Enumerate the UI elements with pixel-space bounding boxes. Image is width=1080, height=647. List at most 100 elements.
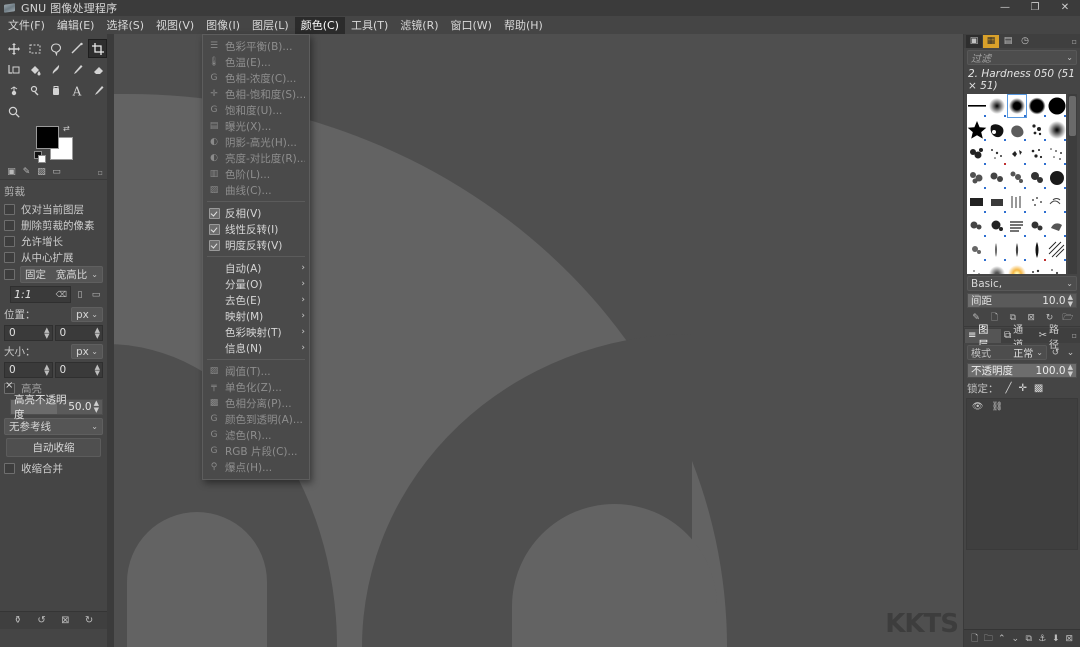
menu-auto[interactable]: 自动(A) › xyxy=(203,260,309,276)
option-expand-from-center[interactable]: 从中心扩展 xyxy=(0,249,107,265)
minimize-button[interactable]: — xyxy=(990,0,1020,16)
menu-saturation[interactable]: G 饱和度(U)... xyxy=(203,102,309,118)
menu-tools[interactable]: 工具(T) xyxy=(345,17,394,34)
brush-filter-input[interactable]: 过滤 ⌄ xyxy=(967,50,1077,65)
gradients-tab[interactable]: ▤ xyxy=(1000,35,1016,48)
brush-item-selected[interactable] xyxy=(1007,94,1027,118)
menu-curves[interactable]: ▨ 曲线(C)... xyxy=(203,182,309,198)
menu-info[interactable]: 信息(N) › xyxy=(203,340,309,356)
menu-rgb-clip[interactable]: G RGB 片段(C)... xyxy=(203,443,309,459)
brush-item[interactable] xyxy=(1027,262,1047,274)
new-group-icon[interactable]: 🗀 xyxy=(982,632,994,646)
menu-exposure[interactable]: ▤ 曝光(X)... xyxy=(203,118,309,134)
brush-item[interactable] xyxy=(967,262,987,274)
menu-image[interactable]: 图像(I) xyxy=(200,17,246,34)
position-unit-combo[interactable]: px ⌄ xyxy=(71,307,103,322)
menu-linear-invert[interactable]: 线性反转(I) xyxy=(203,221,309,237)
spinner-arrows[interactable]: ▲ ▼ xyxy=(44,327,49,340)
free-select-tool[interactable] xyxy=(46,39,65,58)
brush-item[interactable] xyxy=(967,214,987,238)
menu-levels[interactable]: ▥ 色阶(L)... xyxy=(203,166,309,182)
brush-item[interactable] xyxy=(1047,142,1066,166)
foreground-color-swatch[interactable] xyxy=(36,126,59,149)
menu-color-balance[interactable]: ☰ 色彩平衡(B)... xyxy=(203,38,309,54)
spinner-arrows[interactable]: ▲ ▼ xyxy=(1068,363,1073,378)
dock-menu-icon[interactable]: ▫ xyxy=(1072,331,1077,340)
lower-layer-icon[interactable]: ⌄ xyxy=(1009,632,1021,646)
menu-invert[interactable]: 反相(V) xyxy=(203,205,309,221)
chain-icon[interactable]: ⛓ xyxy=(991,402,1002,412)
anchor-layer-icon[interactable]: ⚓ xyxy=(1036,632,1048,646)
size-width-input[interactable]: 0 ▲ ▼ xyxy=(4,362,53,378)
brush-item[interactable] xyxy=(967,94,987,118)
brush-item[interactable] xyxy=(1007,142,1027,166)
spinner-arrows[interactable]: ▲ ▼ xyxy=(95,364,100,377)
brush-item[interactable] xyxy=(967,238,987,262)
chevron-down-icon[interactable]: ⌄ xyxy=(1066,53,1073,62)
swap-colors-icon[interactable]: ⇄ xyxy=(63,124,72,133)
lock-alpha-icon[interactable]: ▩ xyxy=(1034,383,1043,394)
clear-icon[interactable]: ⌫ xyxy=(56,290,67,299)
spinner-arrows[interactable]: ▲ ▼ xyxy=(95,327,100,340)
transform-tool[interactable] xyxy=(4,60,23,79)
default-colors-icon[interactable] xyxy=(34,151,46,163)
menu-help[interactable]: 帮助(H) xyxy=(498,17,549,34)
menu-colors[interactable]: 颜色(C) xyxy=(294,16,345,34)
option-shrink-merged[interactable]: 收缩合并 xyxy=(0,460,107,476)
checkbox[interactable] xyxy=(4,462,15,474)
menu-map[interactable]: 映射(M) › xyxy=(203,308,309,324)
menu-filters[interactable]: 滤镜(R) xyxy=(394,17,444,34)
portrait-icon[interactable]: ▯ xyxy=(73,287,87,303)
brush-item[interactable] xyxy=(1047,262,1066,274)
scrollbar-thumb[interactable] xyxy=(1069,96,1076,136)
highlight-opacity-slider[interactable]: 高亮不透明度 50.0 ▲ ▼ xyxy=(10,394,103,421)
menu-windows[interactable]: 窗口(W) xyxy=(445,17,498,34)
brush-item[interactable] xyxy=(987,214,1007,238)
brush-item[interactable] xyxy=(1007,238,1027,262)
fixed-checkbox[interactable] xyxy=(4,269,15,280)
menu-monochrome[interactable]: ╤ 单色化(Z)... xyxy=(203,379,309,395)
brush-item[interactable] xyxy=(967,142,987,166)
tab-channels[interactable]: ⧉ 通道 xyxy=(1001,325,1036,351)
chevron-down-icon[interactable]: ⌄ xyxy=(1064,345,1077,360)
brush-item[interactable] xyxy=(1027,94,1047,118)
brush-item[interactable] xyxy=(967,118,987,142)
position-y-input[interactable]: 0 ▲ ▼ xyxy=(54,325,103,341)
menu-file[interactable]: 文件(F) xyxy=(2,17,51,34)
zoom-tool[interactable] xyxy=(4,102,23,121)
dock-menu-icon[interactable]: ▫ xyxy=(1072,37,1077,46)
patterns-tab[interactable]: ▦ xyxy=(983,34,999,48)
brush-icon[interactable]: ✎ xyxy=(19,166,34,178)
raise-layer-icon[interactable]: ⌃ xyxy=(996,632,1008,646)
link-icon[interactable]: ↺ xyxy=(1049,345,1062,360)
brush-item[interactable] xyxy=(987,238,1007,262)
new-layer-icon[interactable]: 🗋 xyxy=(969,632,981,646)
toolbox-menu-icon[interactable]: ▫ xyxy=(98,168,103,177)
layer-opacity-slider[interactable]: 不透明度 100.0 ▲ ▼ xyxy=(967,363,1077,378)
checkbox[interactable] xyxy=(4,203,15,215)
spinner-arrows[interactable]: ▲ ▼ xyxy=(94,400,99,414)
lock-pixels-icon[interactable]: ╱ xyxy=(1006,383,1012,394)
aspect-ratio-input[interactable]: 1:1 ⌫ xyxy=(10,286,71,303)
brush-item[interactable] xyxy=(1007,118,1027,142)
fixed-mode-combo[interactable]: 固定 宽高比 ⌄ xyxy=(20,266,103,283)
brush-item[interactable] xyxy=(987,166,1007,190)
brush-item[interactable] xyxy=(1027,214,1047,238)
menu-threshold[interactable]: ▨ 阈值(T)... xyxy=(203,363,309,379)
brush-item[interactable] xyxy=(1047,190,1066,214)
menu-hue-saturation[interactable]: ✛ 色相-饱和度(S)... xyxy=(203,86,309,102)
menu-brightness-contrast[interactable]: ◐ 亮度-对比度(R)... xyxy=(203,150,309,166)
brush-item[interactable] xyxy=(967,166,987,190)
brush-item[interactable] xyxy=(1007,214,1027,238)
measure-tool[interactable] xyxy=(67,39,86,58)
menu-edit[interactable]: 编辑(E) xyxy=(51,17,101,34)
heal-tool[interactable] xyxy=(46,81,65,100)
move-tool[interactable] xyxy=(4,39,23,58)
brush-item[interactable] xyxy=(1047,238,1066,262)
checkbox[interactable] xyxy=(4,219,15,231)
position-x-input[interactable]: 0 ▲ ▼ xyxy=(4,325,53,341)
menu-shadows-highlights[interactable]: ◐ 阴影-高光(H)... xyxy=(203,134,309,150)
airbrush-tool[interactable] xyxy=(4,81,23,100)
option-current-layer-only[interactable]: 仅对当前图层 xyxy=(0,201,107,217)
chevron-down-icon[interactable]: ⌄ xyxy=(1066,279,1073,288)
